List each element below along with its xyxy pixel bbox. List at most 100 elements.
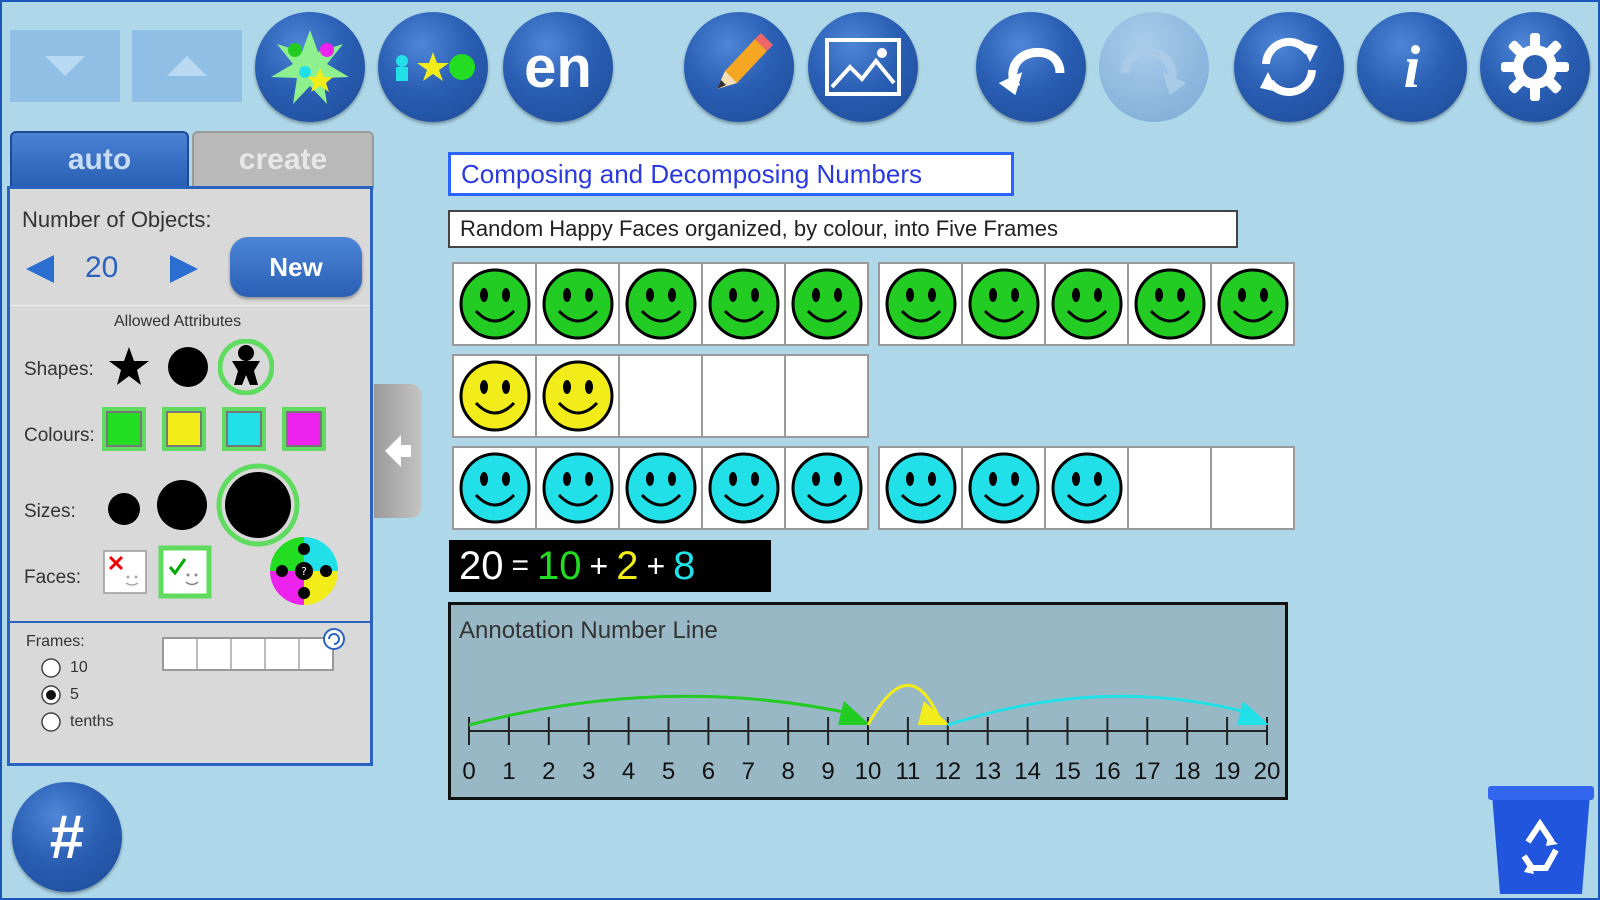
frame-preview[interactable] [162,637,334,671]
shapes-attributes-icon [396,52,475,81]
number-pad-button[interactable]: # [12,782,122,892]
frame-cell [786,264,867,344]
recycle-bin[interactable] [1488,784,1594,896]
happy-face-cyan[interactable] [541,451,615,525]
colour-green-toggle[interactable] [102,407,146,451]
frame-cell [537,448,620,528]
frame-cell [963,264,1046,344]
frame-cell [454,356,537,436]
happy-face-green[interactable] [707,267,781,341]
colour-magenta-toggle[interactable] [282,407,326,451]
tab-create[interactable]: create [192,131,374,189]
attributes-button[interactable] [378,12,488,122]
sizes-label: Sizes: [24,501,76,522]
background-image-button[interactable] [808,12,918,122]
happy-face-green[interactable] [967,267,1041,341]
frame-cell [703,264,786,344]
happy-face-green[interactable] [541,267,615,341]
happy-face-cyan[interactable] [967,451,1041,525]
frame-option-label: 5 [70,686,79,703]
happy-face-green[interactable] [1216,267,1290,341]
number-line-tick-label: 15 [1054,758,1081,785]
allowed-attributes-label: Allowed Attributes [114,313,242,330]
new-button-label: New [269,251,323,282]
frame-cell [620,448,703,528]
happy-face-yellow[interactable] [541,359,615,433]
number-line-tick-label: 19 [1214,758,1241,785]
frame-option-label: 10 [70,659,88,676]
scroll-down-button[interactable] [10,30,120,102]
number-line-tick-label: 12 [934,758,961,785]
equation-part-green: 10 [537,543,582,588]
happy-face-yellow[interactable] [458,359,532,433]
frame-cell [786,448,867,528]
colour-cyan-toggle[interactable] [222,407,266,451]
description-box[interactable]: Random Happy Faces organized, by colour,… [448,210,1238,248]
faces-off-toggle[interactable] [102,549,148,595]
five-frame [452,446,869,530]
frame-cell [620,356,703,436]
happy-face-green[interactable] [458,267,532,341]
settings-button[interactable] [1480,12,1590,122]
happy-face-cyan[interactable] [624,451,698,525]
star-shape-toggle[interactable] [108,345,150,387]
auto-settings-panel: Number of Objects: 20 New Allowed Attrib… [7,186,373,766]
object-count-value: 20 [85,251,119,284]
faces-label: Faces: [24,567,82,588]
size-medium-toggle[interactable] [154,477,210,533]
frame-cell [1129,264,1212,344]
happy-face-green[interactable] [1050,267,1124,341]
happy-face-cyan[interactable] [707,451,781,525]
increase-count-button[interactable] [166,253,202,285]
person-shape-toggle[interactable] [218,339,274,395]
language-label: en [524,34,592,100]
frame-option-tenths[interactable]: tenths [40,711,114,733]
pencil-button[interactable] [684,12,794,122]
page-title[interactable]: Composing and Decomposing Numbers [448,152,1014,196]
refresh-button[interactable] [1234,12,1344,122]
colours-label: Colours: [24,425,95,446]
colour-yellow-toggle[interactable] [162,407,206,451]
scroll-up-button[interactable] [132,30,242,102]
shapes-label: Shapes: [24,359,94,380]
happy-face-green[interactable] [1133,267,1207,341]
number-line-svg: 0 1 2 3 4 5 6 7 8 9 10 11 12 13 14 15 16 17 18 19 20 [462,684,1280,785]
happy-face-green[interactable] [624,267,698,341]
annotation-number-line[interactable]: Annotation Number Line 0 1 2 3 4 5 6 7 8 9 10 11 12 1… [448,602,1288,800]
hash-icon: # [49,802,85,872]
number-line-tick-label: 10 [855,758,882,785]
refresh-icon [1260,37,1318,97]
language-button[interactable]: en [503,12,613,122]
decrease-count-button[interactable] [22,253,58,285]
happy-face-cyan[interactable] [884,451,958,525]
happy-face-cyan[interactable] [1050,451,1124,525]
tab-auto[interactable]: auto [10,131,189,189]
info-button[interactable]: i [1357,12,1467,122]
frame-cell [963,448,1046,528]
happy-face-green[interactable] [790,267,864,341]
happy-face-cyan[interactable] [458,451,532,525]
redo-button[interactable] [1099,12,1209,122]
number-of-objects-label: Number of Objects: [22,207,212,232]
equation-part-cyan: 8 [673,543,696,588]
frame-cell [786,356,867,436]
objects-mix-button[interactable] [255,12,365,122]
faces-on-toggle[interactable] [158,545,212,599]
circle-shape-toggle[interactable] [166,345,210,389]
number-line-tick-label: 13 [974,758,1001,785]
number-line-tick-label: 3 [582,758,595,785]
random-attributes-icon[interactable]: ? [268,535,340,607]
frame-option-10[interactable]: 10 [40,657,88,679]
arrow-left-icon [385,435,411,467]
frame-option-label: tenths [70,713,114,730]
happy-face-green[interactable] [884,267,958,341]
happy-face-cyan[interactable] [790,451,864,525]
number-line-tick-label: 14 [1014,758,1041,785]
frame-option-5[interactable]: 5 [40,684,79,706]
tab-create-label: create [238,143,328,176]
rotate-frame-icon[interactable] [322,627,346,651]
undo-button[interactable] [976,12,1086,122]
collapse-panel-handle[interactable] [374,384,422,518]
size-small-toggle[interactable] [104,489,144,529]
new-button[interactable]: New [230,237,362,297]
